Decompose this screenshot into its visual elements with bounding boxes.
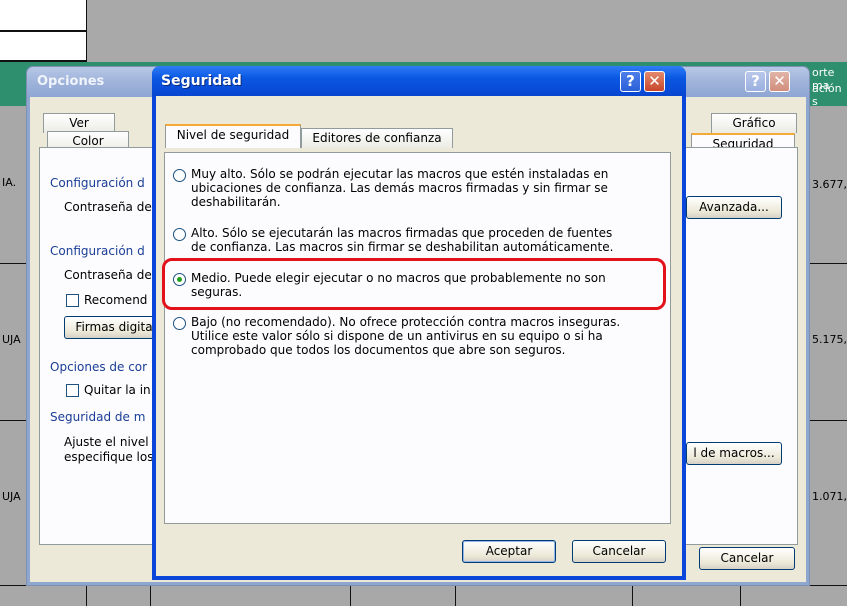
option-muy-alto[interactable]: Muy alto. Sólo se podrán ejecutar las ma… xyxy=(191,167,651,209)
radio-alto[interactable] xyxy=(173,228,186,241)
sheet-row-label: IA. xyxy=(2,176,17,189)
sheet-gridline xyxy=(455,585,456,606)
config-heading: Configuración d xyxy=(50,244,145,258)
remove-info-label: Quitar la in xyxy=(84,383,151,397)
remove-info-checkbox[interactable] xyxy=(66,384,79,397)
radio-bajo[interactable] xyxy=(173,317,186,330)
radio-medio[interactable] xyxy=(173,273,186,286)
seguridad-body: Nivel de seguridad Editores de confianza… xyxy=(156,96,682,576)
option-text: deshabilitarán. xyxy=(191,195,281,209)
sheet-row-label: UJA xyxy=(2,333,21,346)
option-text: ubicaciones de confianza. Las demás macr… xyxy=(191,181,608,195)
sheet-value: 3.677, xyxy=(812,178,847,191)
option-text: Alto. Sólo se ejecutarán las macros firm… xyxy=(191,226,613,240)
opciones-title: Opciones xyxy=(37,74,105,89)
sheet-value: 1.071, xyxy=(812,490,847,503)
help-icon[interactable]: ? xyxy=(745,71,766,92)
option-text: Utilice este valor sólo si dispone de un… xyxy=(191,329,603,343)
close-icon[interactable]: ✕ xyxy=(644,71,665,92)
macro-description: Ajuste el nivel xyxy=(64,435,149,449)
cancel-button[interactable]: Cancelar xyxy=(572,540,666,563)
option-text: Muy alto. Sólo se podrán ejecutar las ma… xyxy=(191,167,609,181)
password-open-label: Contraseña de xyxy=(64,200,152,214)
recommend-checkbox[interactable] xyxy=(66,294,79,307)
ok-button[interactable]: Aceptar xyxy=(462,540,556,563)
sheet-gridline xyxy=(150,585,151,606)
sheet-gridline xyxy=(86,0,87,62)
option-bajo[interactable]: Bajo (no recomendado). No ofrece protecc… xyxy=(191,315,651,357)
security-level-panel: Muy alto. Sólo se podrán ejecutar las ma… xyxy=(164,152,671,524)
macro-description: especifique los xyxy=(64,450,154,464)
sheet-header-text: ación s xyxy=(812,82,842,108)
seguridad-title: Seguridad xyxy=(161,73,242,89)
advanced-button[interactable]: Avanzada... xyxy=(686,196,782,219)
option-text: de confianza. Las macros sin firmar se d… xyxy=(191,240,614,254)
sheet-gridline xyxy=(350,585,351,606)
tab-ver[interactable]: Ver xyxy=(43,113,115,133)
tab-editores-confianza[interactable]: Editores de confianza xyxy=(301,128,453,148)
sheet-gridline xyxy=(740,585,741,606)
seguridad-titlebar[interactable]: Seguridad ? ✕ xyxy=(152,66,686,96)
password-modify-label: Contraseña de xyxy=(64,268,152,282)
recommend-label: Recomend xyxy=(84,293,148,307)
tab-grafico[interactable]: Gráfico xyxy=(711,113,797,133)
sheet-cell-divider xyxy=(0,30,86,32)
seguridad-dialog: Seguridad ? ✕ Nivel de seguridad Editore… xyxy=(152,66,686,580)
privacy-heading: Opciones de cor xyxy=(50,360,148,374)
macro-security-heading: Seguridad de m xyxy=(50,410,146,424)
option-alto[interactable]: Alto. Sólo se ejecutarán las macros firm… xyxy=(191,226,651,254)
opciones-cancel-button[interactable]: Cancelar xyxy=(699,547,795,570)
tab-nivel-seguridad[interactable]: Nivel de seguridad xyxy=(165,124,301,148)
sheet-top-area xyxy=(0,0,847,62)
sheet-gridline xyxy=(86,585,87,606)
option-text: Bajo (no recomendado). No ofrece protecc… xyxy=(191,315,621,329)
option-text: seguras. xyxy=(191,285,243,299)
radio-muy-alto[interactable] xyxy=(173,169,186,182)
option-text: comprobado que todos los documentos que … xyxy=(191,343,566,357)
config-heading: Configuración d xyxy=(50,176,145,190)
sheet-value: 5.175, xyxy=(812,333,847,346)
close-icon[interactable]: ✕ xyxy=(769,71,790,92)
macro-security-button[interactable]: l de macros... xyxy=(686,442,782,465)
option-text: Medio. Puede elegir ejecutar o no macros… xyxy=(191,271,606,285)
sheet-row-label: UJA xyxy=(2,490,21,503)
sheet-gridline xyxy=(632,585,633,606)
help-icon[interactable]: ? xyxy=(620,71,641,92)
digital-signatures-button[interactable]: Firmas digita xyxy=(64,316,164,339)
option-medio[interactable]: Medio. Puede elegir ejecutar o no macros… xyxy=(191,271,651,299)
